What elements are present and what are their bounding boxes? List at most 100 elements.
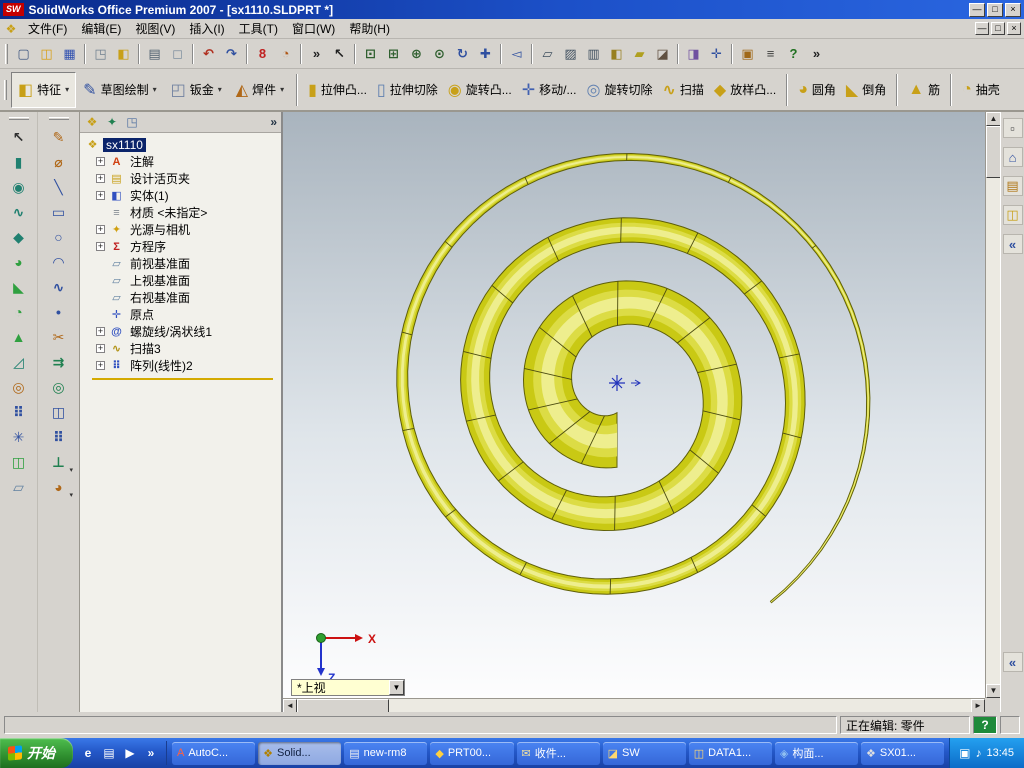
task-autocad[interactable]: A AutoC... bbox=[172, 741, 256, 765]
close-button[interactable]: × bbox=[1005, 2, 1021, 17]
tree-item-top-plane[interactable]: ▱ 上视基准面 bbox=[80, 272, 281, 289]
expand-box[interactable]: + bbox=[96, 327, 105, 336]
tree-item-design-binder[interactable]: + ▤ 设计活页夹 bbox=[80, 170, 281, 187]
media-player-icon[interactable]: ▶ bbox=[121, 744, 139, 762]
tree-item-linear-pattern2[interactable]: + ⠿ 阵列(线性)2 bbox=[80, 357, 281, 374]
doc-close-button[interactable]: × bbox=[1007, 22, 1021, 35]
tree-item-front-plane[interactable]: ▱ 前视基准面 bbox=[80, 255, 281, 272]
solidworks-resources-icon[interactable]: ⌂ bbox=[1002, 147, 1023, 167]
print-preview-icon[interactable]: ◻ bbox=[166, 43, 189, 64]
scroll-left-icon[interactable]: ◄ bbox=[283, 699, 297, 713]
zoom-area-icon[interactable]: ⊞ bbox=[382, 43, 405, 64]
menu-file[interactable]: 文件(F) bbox=[21, 18, 74, 39]
hidden-lines-visible-icon[interactable]: ▨ bbox=[559, 43, 582, 64]
extrude-boss-button[interactable]: ▮ 拉伸凸... bbox=[303, 72, 372, 108]
propertymanager-tab-icon[interactable]: ✦ bbox=[104, 115, 120, 129]
redo-icon[interactable]: ↷ bbox=[220, 43, 243, 64]
smart-dimension-tool-icon[interactable]: ⌀ bbox=[45, 151, 72, 173]
task-sw-folder[interactable]: ◪ SW bbox=[602, 741, 686, 765]
task-inbox[interactable]: ✉ 收件... bbox=[516, 741, 600, 765]
tree-item-material[interactable]: ≡ 材质 <未指定> bbox=[80, 204, 281, 221]
combo-dropdown-icon[interactable]: ▼ bbox=[389, 680, 404, 695]
quick-tips-help-icon[interactable]: ? bbox=[973, 716, 997, 734]
expand-box[interactable]: + bbox=[96, 242, 105, 251]
file-explorer-icon[interactable]: ◫ bbox=[1002, 205, 1023, 225]
scroll-right-icon[interactable]: ► bbox=[971, 699, 985, 713]
hole-wizard-tool-icon[interactable]: ◎ bbox=[5, 376, 32, 398]
document-icon[interactable]: ❖ bbox=[3, 22, 19, 36]
expand-box[interactable]: + bbox=[96, 361, 105, 370]
restore-button[interactable]: □ bbox=[987, 2, 1003, 17]
sketch-pattern-tool-icon[interactable]: ⠿ bbox=[45, 426, 72, 448]
task-prt00[interactable]: ◆ PRT00... bbox=[430, 741, 514, 765]
make-assembly-icon[interactable]: ◧ bbox=[112, 43, 135, 64]
task-new-rm8[interactable]: ▤ new-rm8 bbox=[344, 741, 428, 765]
show-desktop-icon[interactable]: ▤ bbox=[100, 744, 118, 762]
revolve-tool-icon[interactable]: ◉ bbox=[5, 176, 32, 198]
loft-button[interactable]: ◆ 放样凸... bbox=[709, 72, 781, 108]
graphics-viewport[interactable]: X Z *上视 ▼ bbox=[283, 112, 985, 698]
circle-tool-icon[interactable]: ○ bbox=[45, 226, 72, 248]
shadows-icon[interactable]: ◪ bbox=[651, 43, 674, 64]
shaded-icon[interactable]: ▰ bbox=[628, 43, 651, 64]
spiral-model[interactable] bbox=[283, 112, 985, 698]
chamfer-tool-icon[interactable]: ◣ bbox=[5, 276, 32, 298]
offset-entities-tool-icon[interactable]: ◎ bbox=[45, 376, 72, 398]
menu-tools[interactable]: 工具(T) bbox=[232, 18, 285, 39]
shell-tool-icon[interactable]: ◔ bbox=[5, 301, 32, 323]
rectangle-tool-icon[interactable]: ▭ bbox=[45, 201, 72, 223]
start-button[interactable]: 开始 bbox=[0, 738, 73, 768]
edit-color-icon[interactable]: ◔ bbox=[274, 43, 297, 64]
undo-icon[interactable]: ↶ bbox=[197, 43, 220, 64]
menu-window[interactable]: 窗口(W) bbox=[285, 18, 342, 39]
expand-box[interactable]: + bbox=[96, 191, 105, 200]
internet-explorer-icon[interactable]: e bbox=[79, 744, 97, 762]
move-button[interactable]: ✛ 移动/... bbox=[517, 72, 582, 108]
hidden-lines-removed-icon[interactable]: ▥ bbox=[582, 43, 605, 64]
design-library-icon[interactable]: ▤ bbox=[1002, 176, 1023, 196]
horizontal-scroll-thumb[interactable] bbox=[297, 699, 389, 713]
new-icon[interactable]: ▢ bbox=[12, 43, 35, 64]
task-solidworks[interactable]: ❖ Solid... bbox=[258, 741, 342, 765]
save-icon[interactable]: ▦ bbox=[58, 43, 81, 64]
expand-box[interactable]: + bbox=[96, 344, 105, 353]
sketch-tool-icon[interactable]: ✎ bbox=[45, 126, 72, 148]
featuremanager-tab-icon[interactable]: ❖ bbox=[84, 115, 100, 129]
toolbar-overflow-end-icon[interactable]: » bbox=[805, 43, 828, 64]
loft-tool-icon[interactable]: ◆ bbox=[5, 226, 32, 248]
select-icon[interactable]: ↖ bbox=[328, 43, 351, 64]
menu-edit[interactable]: 编辑(E) bbox=[74, 18, 128, 39]
toolbar-grip[interactable] bbox=[5, 43, 8, 64]
draft-tool-icon[interactable]: ◿ bbox=[5, 351, 32, 373]
pan-icon[interactable]: ✚ bbox=[474, 43, 497, 64]
tree-item-origin[interactable]: ✛ 原点 bbox=[80, 306, 281, 323]
extrude-cut-button[interactable]: ▯ 拉伸切除 bbox=[372, 72, 443, 108]
tree-item-lights-cameras[interactable]: + ✦ 光源与相机 bbox=[80, 221, 281, 238]
view-orientation-icon[interactable]: ✛ bbox=[705, 43, 728, 64]
add-relation-tool-icon[interactable]: ⊥ ▾ bbox=[45, 451, 73, 475]
rib-button[interactable]: ▲ 筋 bbox=[903, 72, 945, 108]
task-goumian[interactable]: ◈ 构面... bbox=[774, 741, 858, 765]
expand-box[interactable]: + bbox=[96, 157, 105, 166]
fillet-button[interactable]: ◕ 圆角 bbox=[793, 72, 841, 108]
task-sx01[interactable]: ❖ SX01... bbox=[861, 741, 945, 765]
help-icon[interactable]: ? bbox=[782, 43, 805, 64]
configurationmanager-tab-icon[interactable]: ◳ bbox=[124, 115, 140, 129]
expand-box[interactable]: + bbox=[96, 174, 105, 183]
trim-tool-icon[interactable]: ✂ bbox=[45, 326, 72, 348]
collapse-task-pane-bottom-icon[interactable]: « bbox=[1002, 652, 1023, 672]
revolve-boss-button[interactable]: ◉ 旋转凸... bbox=[443, 72, 517, 108]
toolbar-overflow-icon[interactable]: » bbox=[305, 43, 328, 64]
toolbox-icon[interactable]: ▣ bbox=[736, 43, 759, 64]
mirror-entities-tool-icon[interactable]: ◫ bbox=[45, 401, 72, 423]
scroll-up-icon[interactable]: ▲ bbox=[986, 112, 1001, 126]
tree-item-solid-bodies[interactable]: + ◧ 实体(1) bbox=[80, 187, 281, 204]
scroll-track[interactable] bbox=[389, 699, 971, 712]
panel-overflow-icon[interactable]: » bbox=[270, 115, 277, 129]
zoom-fit-icon[interactable]: ⊡ bbox=[359, 43, 382, 64]
tree-item-root[interactable]: ❖ sx1110 bbox=[80, 136, 281, 153]
horizontal-scrollbar[interactable]: ◄ ► bbox=[283, 698, 985, 713]
arc-tool-icon[interactable]: ◠ bbox=[45, 251, 72, 273]
point-tool-icon[interactable]: • bbox=[45, 301, 72, 323]
view-orientation-combo[interactable]: *上视 ▼ bbox=[291, 679, 405, 696]
